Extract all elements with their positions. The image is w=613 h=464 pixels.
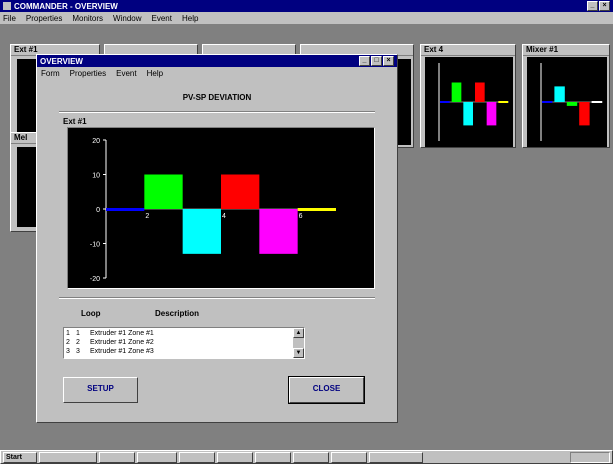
scroll-up-arrow[interactable]: ▲ bbox=[293, 328, 304, 338]
menu-properties[interactable]: Properties bbox=[70, 69, 106, 78]
overview-title-bar: OVERVIEW _ □ × bbox=[37, 55, 397, 67]
loop-list[interactable]: 1 1 Extruder #1 Zone #1 2 2 Extruder #1 Zone … bbox=[63, 327, 305, 359]
child-window-ext4[interactable]: Ext 4 bbox=[420, 44, 516, 148]
list-item-index: 3 bbox=[66, 348, 70, 355]
list-item-loop: 1 bbox=[76, 330, 80, 337]
mini-bar bbox=[498, 101, 508, 103]
list-divider bbox=[59, 297, 375, 299]
list-item[interactable]: 1 1 Extruder #1 Zone #1 bbox=[66, 329, 290, 338]
bar-data-label: 2 bbox=[145, 213, 149, 220]
app-icon bbox=[3, 2, 11, 10]
y-tick-label: -20 bbox=[90, 276, 100, 283]
mini-bar bbox=[579, 102, 590, 126]
minimize-button[interactable]: _ bbox=[587, 1, 598, 11]
menu-help[interactable]: Help bbox=[147, 69, 163, 78]
deviation-chart-svg: 20 10 0 -10 -20 2 4 6 bbox=[90, 138, 336, 283]
mini-bar bbox=[542, 101, 553, 103]
mini-chart-svg bbox=[438, 63, 509, 141]
y-tick-label: 10 bbox=[92, 173, 100, 180]
menu-event[interactable]: Event bbox=[116, 69, 136, 78]
close-button[interactable]: × bbox=[383, 56, 394, 66]
list-item-description: Extruder #1 Zone #2 bbox=[90, 339, 154, 346]
mini-bar bbox=[451, 82, 462, 102]
mini-bar bbox=[554, 86, 565, 102]
list-item-loop: 3 bbox=[76, 348, 80, 355]
bar-2 bbox=[144, 174, 183, 209]
list-item[interactable]: 2 2 Extruder #1 Zone #2 bbox=[66, 338, 290, 347]
loop-list-rows: 1 1 Extruder #1 Zone #1 2 2 Extruder #1 Zone … bbox=[66, 329, 290, 356]
deviation-chart: 20 10 0 -10 -20 2 4 6 bbox=[67, 127, 375, 289]
overview-title: OVERVIEW bbox=[40, 56, 83, 66]
app-title-bar: COMMANDER - OVERVIEW _ × bbox=[0, 0, 613, 12]
taskbar-item[interactable] bbox=[39, 451, 97, 463]
overview-menu-bar: Form Properties Event Help bbox=[37, 67, 397, 79]
bar-3 bbox=[182, 209, 221, 254]
minimize-button[interactable]: _ bbox=[359, 56, 370, 66]
app-title: COMMANDER - OVERVIEW bbox=[14, 1, 118, 11]
taskbar-item[interactable] bbox=[293, 451, 329, 463]
list-item-loop: 2 bbox=[76, 339, 80, 346]
menu-help[interactable]: Help bbox=[182, 14, 198, 23]
overview-window[interactable]: OVERVIEW _ □ × Form Properties Event Hel… bbox=[36, 54, 398, 423]
child-title: Ext 4 bbox=[421, 45, 515, 56]
start-button[interactable]: Start bbox=[3, 451, 37, 463]
list-item-index: 2 bbox=[66, 339, 70, 346]
setup-button[interactable]: SETUP bbox=[63, 377, 138, 403]
close-button[interactable]: × bbox=[599, 1, 610, 11]
mini-bar bbox=[440, 101, 450, 103]
description-header: Description bbox=[155, 309, 200, 318]
list-item-index: 1 bbox=[66, 330, 70, 337]
list-scrollbar[interactable]: ▲ ▼ bbox=[293, 328, 304, 358]
bar-data-label: 6 bbox=[299, 213, 303, 220]
list-item-description: Extruder #1 Zone #1 bbox=[90, 330, 154, 337]
maximize-button[interactable]: □ bbox=[371, 56, 382, 66]
taskbar-item[interactable] bbox=[331, 451, 367, 463]
bar-data-label: 4 bbox=[222, 213, 226, 220]
group-label: Ext #1 bbox=[63, 117, 87, 126]
list-item[interactable]: 3 3 Extruder #1 Zone #3 bbox=[66, 347, 290, 356]
taskbar-item[interactable] bbox=[179, 451, 215, 463]
bar-1 bbox=[106, 208, 145, 211]
bar-6 bbox=[297, 208, 336, 211]
system-tray-clock bbox=[570, 451, 610, 463]
page-heading: PV-SP DEVIATION bbox=[182, 93, 252, 102]
taskbar-item[interactable] bbox=[255, 451, 291, 463]
bar-4 bbox=[221, 174, 260, 209]
mini-chart-ext4 bbox=[425, 57, 513, 147]
mini-bar bbox=[463, 102, 473, 126]
menu-window[interactable]: Window bbox=[113, 14, 141, 23]
menu-form[interactable]: Form bbox=[41, 69, 60, 78]
y-tick-label: -10 bbox=[90, 242, 100, 249]
taskbar: Start bbox=[0, 450, 613, 464]
menu-properties[interactable]: Properties bbox=[26, 14, 62, 23]
taskbar-item[interactable] bbox=[369, 451, 423, 463]
mini-chart-svg bbox=[540, 63, 603, 141]
y-tick-label: 0 bbox=[96, 207, 100, 214]
app-menu-bar: File Properties Monitors Window Event He… bbox=[0, 12, 613, 24]
scroll-down-arrow[interactable]: ▼ bbox=[293, 348, 304, 358]
menu-event[interactable]: Event bbox=[152, 14, 172, 23]
mini-bar bbox=[566, 102, 578, 106]
menu-file[interactable]: File bbox=[3, 14, 16, 23]
taskbar-item[interactable] bbox=[137, 451, 177, 463]
mini-bar bbox=[475, 82, 485, 102]
child-window-mixer1[interactable]: Mixer #1 bbox=[522, 44, 610, 148]
taskbar-item[interactable] bbox=[99, 451, 135, 463]
mini-bar bbox=[591, 101, 602, 103]
child-title: Mixer #1 bbox=[523, 45, 609, 56]
loop-header: Loop bbox=[81, 309, 101, 318]
list-item-description: Extruder #1 Zone #3 bbox=[90, 348, 154, 355]
menu-monitors[interactable]: Monitors bbox=[72, 14, 103, 23]
taskbar-item[interactable] bbox=[217, 451, 253, 463]
close-dialog-button[interactable]: CLOSE bbox=[288, 376, 365, 404]
mini-chart-mixer1 bbox=[527, 57, 607, 147]
y-tick-label: 20 bbox=[92, 138, 100, 145]
mini-bar bbox=[486, 102, 497, 126]
bar-5 bbox=[259, 209, 298, 254]
heading-divider bbox=[59, 111, 375, 113]
